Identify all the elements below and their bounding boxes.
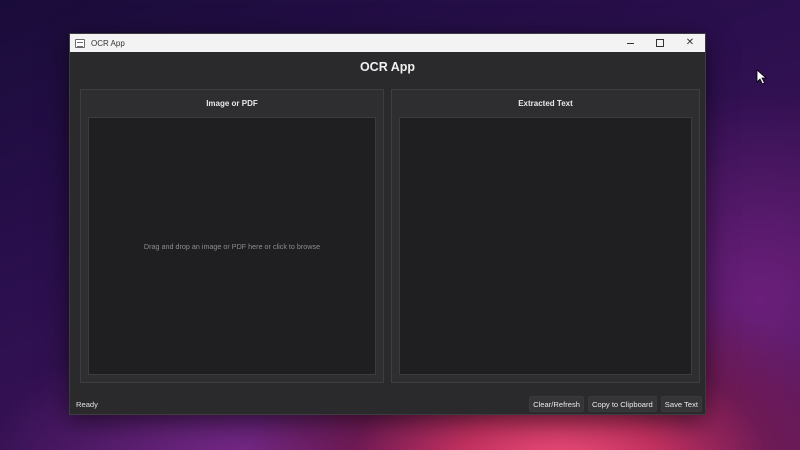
app-icon	[75, 38, 85, 48]
app-heading: OCR App	[359, 60, 416, 74]
drop-zone[interactable]: Drag and drop an image or PDF here or cl…	[88, 117, 376, 375]
drop-zone-hint: Drag and drop an image or PDF here or cl…	[143, 241, 321, 251]
action-buttons: Clear/Refresh Copy to Clipboard Save Tex…	[529, 396, 702, 412]
save-text-button[interactable]: Save Text	[660, 396, 702, 412]
ocr-app-window: OCR App ✕ OCR App Image or PDF Drag and …	[69, 33, 706, 415]
maximize-button[interactable]	[645, 34, 675, 52]
image-pdf-panel-title: Image or PDF	[206, 98, 258, 108]
copy-to-clipboard-button[interactable]: Copy to Clipboard	[587, 396, 657, 412]
mouse-cursor-icon	[756, 69, 768, 85]
close-button[interactable]: ✕	[675, 34, 705, 52]
status-text: Ready	[76, 399, 98, 409]
status-bar: Ready Clear/Refresh Copy to Clipboard Sa…	[70, 394, 705, 414]
minimize-button[interactable]	[615, 34, 645, 52]
panels-container: Image or PDF Drag and drop an image or P…	[80, 89, 701, 383]
close-icon: ✕	[685, 37, 695, 48]
window-title: OCR App	[91, 38, 125, 48]
extracted-text-area[interactable]	[399, 117, 692, 375]
clear-refresh-button[interactable]: Clear/Refresh	[529, 396, 584, 412]
app-header: OCR App	[70, 52, 705, 82]
extracted-text-panel-title: Extracted Text	[518, 98, 573, 108]
maximize-icon	[656, 39, 664, 47]
title-bar[interactable]: OCR App ✕	[70, 34, 705, 52]
image-pdf-panel: Image or PDF Drag and drop an image or P…	[80, 89, 384, 383]
extracted-text-panel: Extracted Text	[391, 89, 700, 383]
window-controls: ✕	[615, 34, 705, 52]
minimize-icon	[626, 42, 634, 44]
